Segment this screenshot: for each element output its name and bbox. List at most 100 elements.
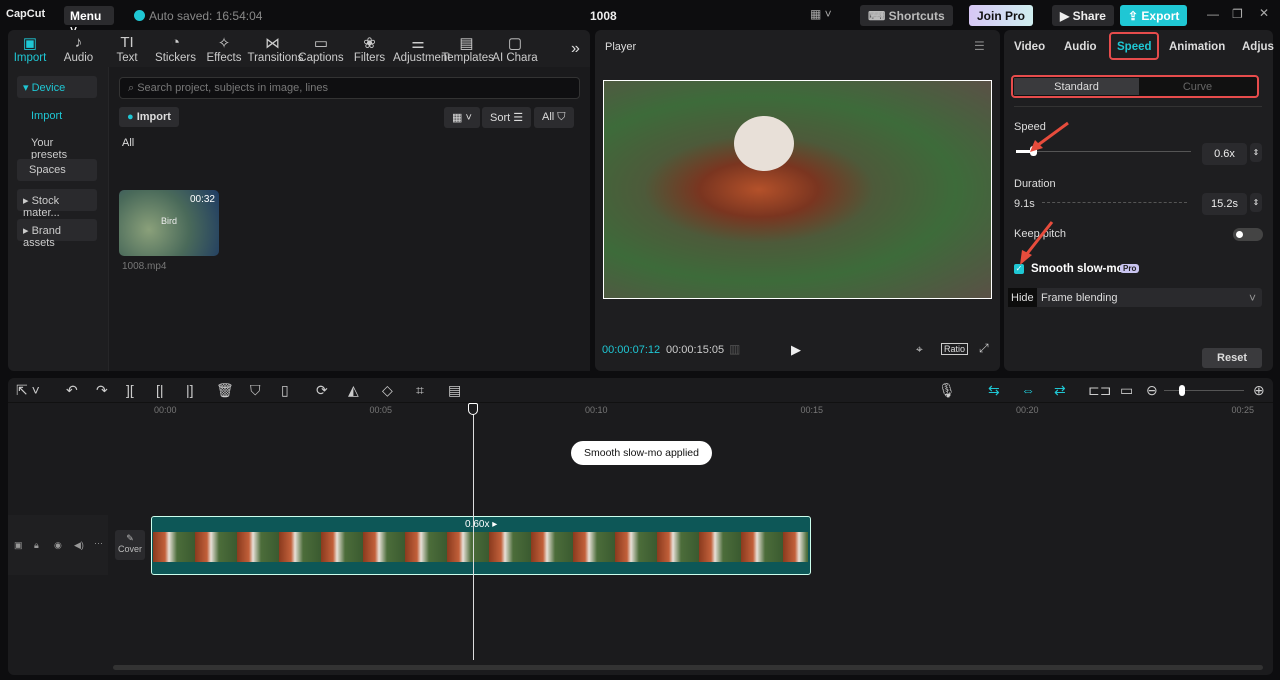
zoom-slider[interactable] <box>1164 385 1244 396</box>
clip-speed-badge: 0.60x ▸ <box>465 519 498 530</box>
tab-effects[interactable]: ✧ Effects <box>199 34 249 64</box>
video-preview[interactable] <box>603 80 992 299</box>
duration-stepper[interactable]: ⇕ <box>1250 193 1262 212</box>
crop-icon[interactable]: ⌗ <box>416 382 424 399</box>
zoom-slider-handle[interactable] <box>1179 385 1185 396</box>
export-button[interactable]: ⇪ Export <box>1120 5 1188 26</box>
ratio-button[interactable]: Ratio <box>941 343 969 355</box>
sidebar-item-presets[interactable]: Your presets <box>17 132 97 161</box>
playhead-handle[interactable] <box>468 403 478 415</box>
close-icon[interactable]: ✕ <box>1259 6 1269 20</box>
link-icon[interactable]: ⇆ <box>988 382 1000 399</box>
thumbnail-icon[interactable]: ▭ <box>1120 382 1133 399</box>
tab-transitions[interactable]: ⋈ Transitions <box>248 34 304 64</box>
microphone-icon[interactable]: 🎙︎ <box>938 382 956 399</box>
tab-speed[interactable]: Speed <box>1109 32 1159 60</box>
shortcuts-button[interactable]: ⌨ Shortcuts <box>860 5 953 26</box>
tab-templates[interactable]: ▤ Templates <box>442 34 494 64</box>
sort-button[interactable]: Sort ☰ <box>482 107 532 128</box>
pro-badge: Pro <box>1120 264 1140 273</box>
blending-value: Frame blending <box>1041 292 1118 304</box>
filter-button[interactable]: All ⛉ <box>534 107 574 128</box>
maximize-icon[interactable]: ❐ <box>1232 7 1243 21</box>
track-video-icon[interactable]: ▣ <box>14 540 23 551</box>
video-clip[interactable]: 0.60x ▸ <box>151 516 811 575</box>
zoom-fit-icon[interactable]: ⌖ <box>916 342 923 357</box>
tab-video[interactable]: Video <box>1014 41 1045 53</box>
tab-animation[interactable]: Animation <box>1169 41 1225 53</box>
cover-button[interactable]: ✎ Cover <box>115 530 145 560</box>
import-button[interactable]: ● Import <box>119 107 179 127</box>
autosave-text: Auto saved: 16:54:04 <box>149 9 263 23</box>
horizontal-scrollbar[interactable] <box>113 665 1263 670</box>
tab-adjustment[interactable]: ⚌ Adjustment <box>393 34 451 64</box>
speed-stepper[interactable]: ⇕ <box>1250 143 1262 162</box>
join-pro-button[interactable]: Join Pro <box>969 5 1034 26</box>
share-button[interactable]: ▶ Share <box>1052 5 1114 26</box>
delete-icon[interactable]: 🗑︎ <box>216 382 234 399</box>
marker-icon[interactable]: ⛉ <box>250 382 261 399</box>
tab-import[interactable]: ▣ Import <box>5 34 55 64</box>
more-icon[interactable]: ··· <box>94 538 103 548</box>
redo-icon[interactable]: ↷ <box>96 382 108 399</box>
player-menu-icon[interactable]: ☰ <box>974 39 985 53</box>
tab-label: Transitions <box>247 52 304 64</box>
reset-button[interactable]: Reset <box>1202 348 1262 368</box>
play-button[interactable]: ▶ <box>791 342 801 358</box>
playhead[interactable] <box>473 405 474 660</box>
magnet-icon[interactable]: ⇔ <box>1021 382 1035 398</box>
tab-stickers[interactable]: ◔ Stickers <box>151 34 201 64</box>
sidebar-item-import[interactable]: Import <box>17 105 97 127</box>
media-clip-thumbnail[interactable]: 00:32 Bird <box>119 190 219 256</box>
tab-adjust[interactable]: Adjus <box>1242 41 1274 53</box>
speed-curve-icon[interactable]: ⟳ <box>316 382 328 399</box>
rotate-icon[interactable]: ◇ <box>382 382 393 399</box>
undo-icon[interactable]: ↶ <box>66 382 78 399</box>
tab-filters[interactable]: ❀ Filters <box>345 34 395 64</box>
preview-axis-icon[interactable]: ⇄ <box>1054 382 1066 399</box>
keep-pitch-toggle[interactable] <box>1233 228 1263 241</box>
sidebar-item-spaces[interactable]: Spaces <box>17 159 97 181</box>
search-placeholder: Search project, subjects in image, lines <box>137 82 328 94</box>
speed-input[interactable]: 0.6x <box>1202 143 1247 165</box>
tab-captions[interactable]: ▭ Captions <box>296 34 346 64</box>
tab-audio[interactable]: Audio <box>1064 41 1097 53</box>
view-toggle[interactable]: ▦ ˅ <box>444 107 480 128</box>
split-right-icon[interactable]: |] <box>186 382 194 398</box>
lock-icon[interactable]: 🔒︎ <box>34 540 39 551</box>
timeline-panel: ⇱ ˅ ↶ ↷][[| |] 🗑︎ ⛉ ▯ ⟳ ◭ ◇ ⌗ ▤ 🎙︎ ⇆ ⇔ ⇄ ⊏⊐ ▭ ⊖ ⊕ 00:00 00:0… <box>8 378 1273 675</box>
timeline-view-icon[interactable]: ▥ <box>729 342 740 356</box>
search-input[interactable]: ⌕ Search project, subjects in image, lin… <box>119 77 580 99</box>
eye-icon[interactable]: ◉ <box>54 540 62 551</box>
split-icon[interactable]: ][ <box>126 382 134 398</box>
zoom-out-icon[interactable]: ⊖ <box>1146 382 1158 399</box>
split-screen-icon[interactable]: ⊏⊐ <box>1088 382 1111 399</box>
sidebar-item-device[interactable]: ▾ Device <box>17 76 97 98</box>
zoom-in-icon[interactable]: ⊕ <box>1253 382 1265 399</box>
select-tool-icon[interactable]: ⇱ ˅ <box>16 382 40 399</box>
transitions-icon: ⋈ <box>265 35 280 52</box>
tab-text[interactable]: TI Text <box>102 34 152 64</box>
clip-name: 1008.mp4 <box>122 261 167 272</box>
layout-icon[interactable]: ▦ ˅ <box>810 7 832 21</box>
duration-input[interactable]: 15.2s <box>1202 193 1247 215</box>
toast-notification: Smooth slow-mo applied <box>571 441 712 465</box>
sidebar-item-brand[interactable]: ▸ Brand assets <box>17 219 97 249</box>
blending-select[interactable]: Hide Frame blending ˅ <box>1008 288 1262 307</box>
sidebar-item-stock[interactable]: ▸ Stock mater... <box>17 189 97 219</box>
tab-audio[interactable]: ♪ Audio <box>54 34 104 64</box>
more-tabs-icon[interactable]: » <box>571 40 580 58</box>
tab-label: Filters <box>353 52 386 64</box>
fullscreen-icon[interactable]: ⤢ <box>979 341 989 356</box>
standard-tab[interactable]: Standard <box>1014 78 1139 95</box>
tab-ai-chara[interactable]: ▢ AI Chara <box>490 34 540 64</box>
audio-icon[interactable]: ◀) <box>74 540 84 551</box>
freeze-icon[interactable]: ▯ <box>281 382 289 399</box>
mirror-icon[interactable]: ◭ <box>348 382 359 399</box>
curve-tab[interactable]: Curve <box>1139 78 1256 95</box>
edit-icon[interactable]: ▤ <box>448 382 461 399</box>
minimize-icon[interactable]: — <box>1207 7 1219 21</box>
split-left-icon[interactable]: [| <box>156 382 164 398</box>
menu-button[interactable]: Menu ˅ <box>64 6 114 37</box>
divider <box>1014 106 1262 107</box>
